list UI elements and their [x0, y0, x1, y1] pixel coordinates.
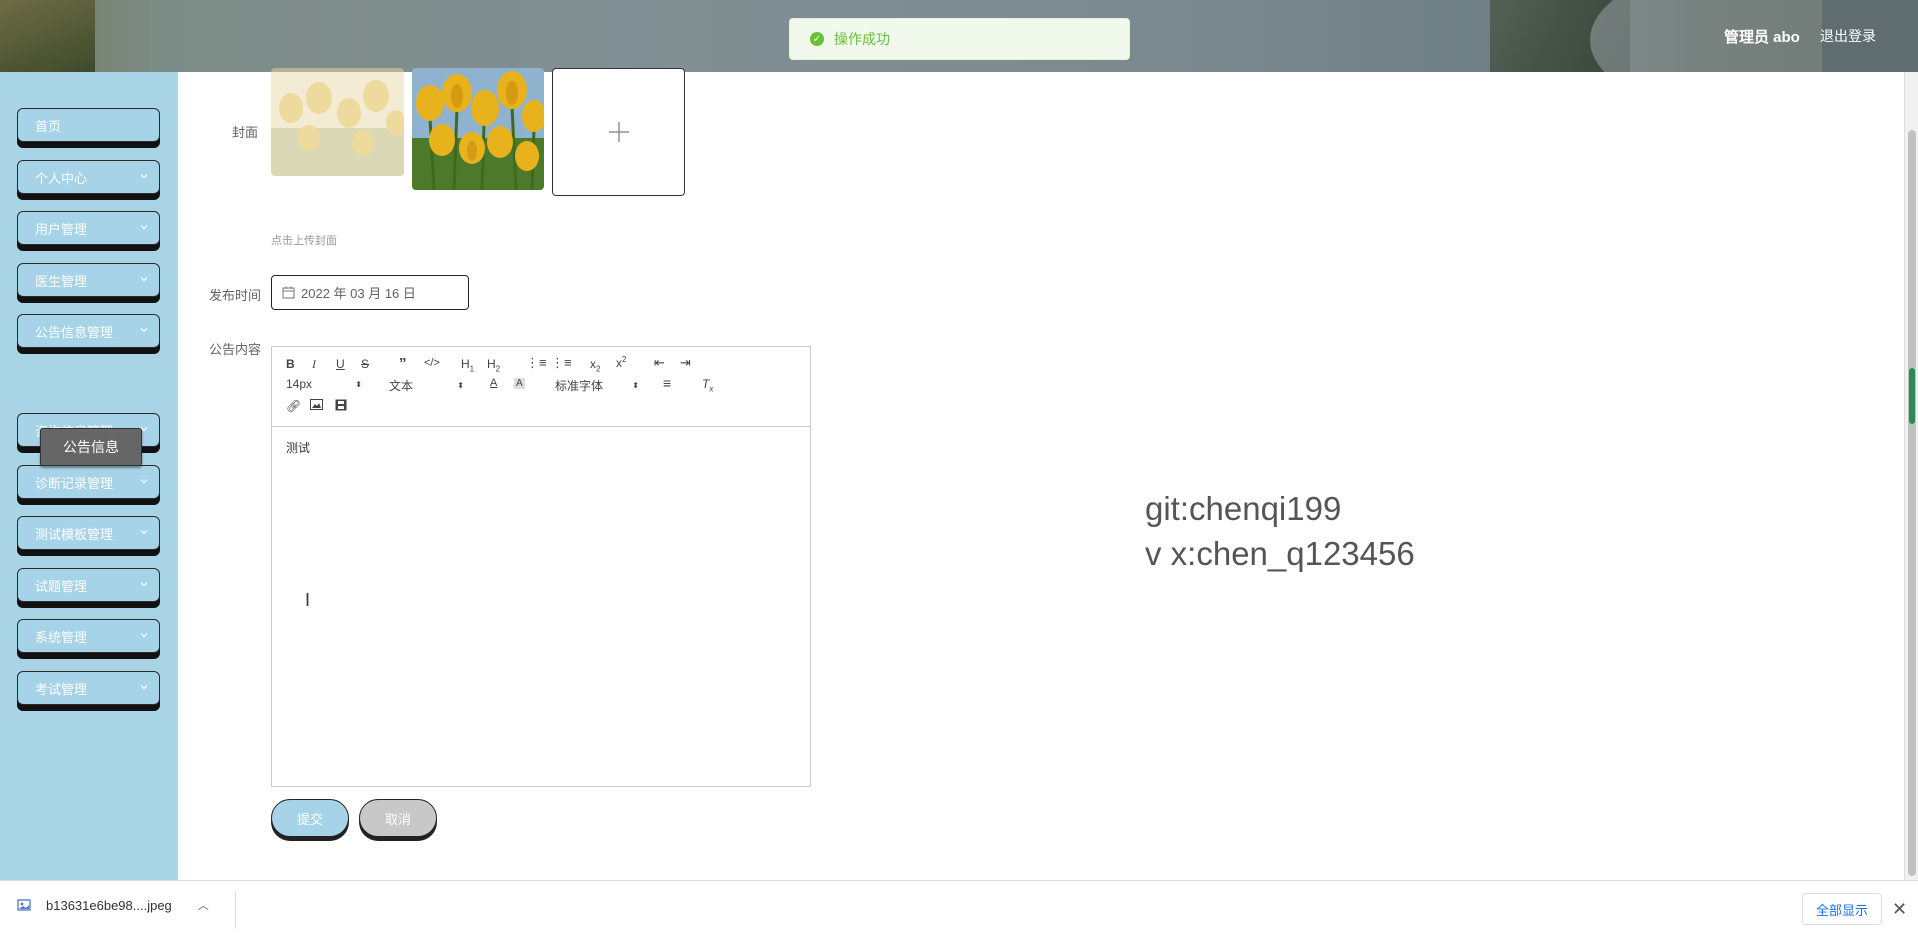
cover-label: 封面: [232, 125, 259, 140]
background-color-icon[interactable]: A: [514, 378, 525, 389]
sidebar-item[interactable]: 公告信息管理: [17, 314, 160, 348]
align-icon[interactable]: ≡: [663, 375, 671, 391]
sidebar-item-label: 医生管理: [35, 273, 88, 289]
font-size-select[interactable]: 14px ⬍: [286, 377, 362, 391]
show-all-button[interactable]: 全部显示: [1802, 893, 1882, 925]
plus-icon: [608, 122, 629, 142]
clear-format-icon[interactable]: Tx: [702, 377, 713, 393]
download-item[interactable]: b13631e6be98....jpeg ︿: [16, 897, 209, 913]
cover-thumbnail[interactable]: [412, 68, 544, 190]
watermark-line-2: v x:chen_q123456: [1145, 535, 1415, 572]
chevron-down-icon: [140, 685, 148, 690]
chevron-down-icon: [140, 530, 148, 535]
subscript-icon[interactable]: x2: [590, 357, 600, 373]
cover-thumbnail[interactable]: [271, 68, 404, 176]
download-bar: b13631e6be98....jpeg ︿ 全部显示 ✕: [0, 880, 1918, 938]
logout-link[interactable]: 退出登录: [1820, 26, 1876, 46]
watermark-line-1: git:chenqi199: [1145, 490, 1342, 527]
sidebar-item[interactable]: 诊断记录管理: [17, 465, 160, 499]
scrollbar-thumb[interactable]: [1908, 130, 1916, 876]
cancel-button[interactable]: 取消: [359, 799, 437, 837]
link-icon[interactable]: 🔗︎: [286, 399, 301, 413]
chevron-down-icon: [140, 479, 148, 484]
ordered-list-icon[interactable]: ⋮≡: [526, 355, 547, 371]
sidebar-item-label: 考试管理: [35, 681, 88, 697]
bold-icon[interactable]: B: [286, 357, 295, 371]
chevron-down-icon: [140, 277, 148, 282]
sidebar-item[interactable]: 试题管理: [17, 568, 160, 602]
calendar-icon: [282, 286, 295, 299]
chevron-down-icon: [140, 582, 148, 587]
sidebar-item-label: 个人中心: [35, 170, 88, 186]
strikethrough-icon[interactable]: S: [361, 357, 369, 371]
publish-date-label: 发布时间: [209, 288, 262, 303]
heading2-icon[interactable]: H2: [487, 357, 500, 373]
sidebar-item-label: 首页: [35, 118, 62, 134]
sidebar-item-label: 测试模板管理: [35, 526, 114, 542]
toast-message: 操作成功: [834, 31, 890, 47]
underline-icon[interactable]: U: [336, 357, 345, 371]
cover-upload-hint: 点击上传封面: [271, 235, 337, 247]
sidebar-item-label: 公告信息管理: [35, 324, 114, 340]
success-toast: ✓ 操作成功: [789, 18, 1130, 60]
superscript-icon[interactable]: x2: [616, 355, 626, 370]
font-family-value: 标准字体: [555, 379, 604, 393]
sidebar-item-label: 用户管理: [35, 221, 88, 237]
text-cursor-icon: I: [305, 590, 311, 610]
editor-toolbar: B I U S ” </> H1 H2 ⋮≡ ⋮≡ x2 x2 ⇤ ⇥ 14px…: [272, 347, 810, 427]
download-file-name: b13631e6be98....jpeg: [46, 897, 172, 913]
editor-content[interactable]: 测试: [286, 439, 310, 456]
sidebar-item[interactable]: 首页: [17, 108, 160, 142]
image-file-icon: [17, 899, 31, 911]
sidebar-item[interactable]: 系统管理: [17, 619, 160, 653]
current-user: 管理员 abo: [1724, 29, 1800, 46]
chevron-down-icon: [140, 174, 148, 179]
sidebar-item-label: 系统管理: [35, 629, 88, 645]
sidebar-subitem-announcements[interactable]: 公告信息: [40, 428, 142, 466]
chevron-down-icon: [140, 225, 148, 230]
chevron-up-icon[interactable]: ︿: [198, 897, 209, 913]
content-label: 公告内容: [209, 342, 262, 357]
cover-upload-button[interactable]: [552, 68, 685, 196]
bullet-list-icon[interactable]: ⋮≡: [551, 355, 572, 371]
chevron-down-icon: [140, 633, 148, 638]
sidebar-item-label: 诊断记录管理: [35, 475, 114, 491]
indent-icon[interactable]: ⇥: [680, 355, 691, 371]
rich-text-editor: B I U S ” </> H1 H2 ⋮≡ ⋮≡ x2 x2 ⇤ ⇥ 14px…: [271, 346, 811, 787]
code-block-icon[interactable]: </>: [424, 357, 440, 369]
video-icon[interactable]: [335, 399, 347, 414]
publish-date-value: 2022 年 03 月 16 日: [301, 286, 416, 301]
success-check-icon: ✓: [810, 32, 824, 46]
header-background-image: [0, 0, 95, 72]
text-color-icon[interactable]: A: [490, 377, 497, 389]
heading1-icon[interactable]: H1: [461, 357, 474, 373]
blockquote-icon[interactable]: ”: [399, 355, 407, 372]
close-icon[interactable]: ✕: [1892, 899, 1907, 920]
header-select[interactable]: 文本 ⬍: [389, 377, 464, 394]
chevron-down-icon: [140, 328, 148, 333]
sidebar-item[interactable]: 个人中心: [17, 160, 160, 194]
sidebar-item[interactable]: 考试管理: [17, 671, 160, 705]
sidebar-item[interactable]: 医生管理: [17, 263, 160, 297]
header-select-value: 文本: [389, 379, 414, 393]
sidebar-item-label: 试题管理: [35, 578, 88, 594]
page-scrollbar[interactable]: [1904, 72, 1918, 880]
sidebar-item[interactable]: 测试模板管理: [17, 516, 160, 550]
image-icon[interactable]: [310, 399, 323, 413]
font-family-select[interactable]: 标准字体 ⬍: [555, 377, 639, 394]
publish-date-picker[interactable]: 2022 年 03 月 16 日: [271, 275, 469, 310]
italic-icon[interactable]: I: [312, 357, 316, 372]
scroll-indicator: [1909, 368, 1915, 424]
outdent-icon[interactable]: ⇤: [654, 355, 665, 371]
font-size-value: 14px: [286, 377, 313, 391]
header-background-image: [1590, 0, 1850, 72]
sidebar-item[interactable]: 用户管理: [17, 211, 160, 245]
submit-button[interactable]: 提交: [271, 799, 349, 837]
sidebar: 首页个人中心用户管理医生管理公告信息管理咨询信息管理诊断记录管理测试模板管理试题…: [0, 72, 178, 880]
divider: [235, 891, 236, 929]
